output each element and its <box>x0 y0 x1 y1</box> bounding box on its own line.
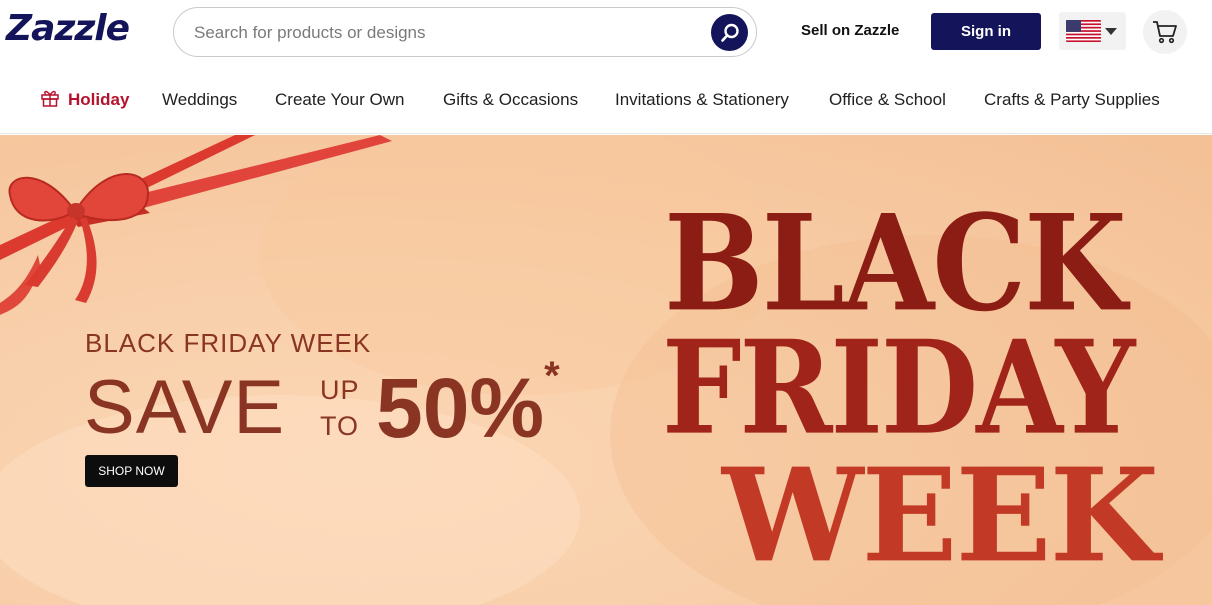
site-header: Zazzle Sell on Zazzle Sign in <box>0 0 1212 64</box>
sell-on-zazzle-link[interactable]: Sell on Zazzle <box>801 22 899 39</box>
chevron-down-icon <box>1105 27 1117 35</box>
us-flag-icon <box>1066 20 1101 42</box>
hero-to-text: TO <box>320 411 360 441</box>
cart-button[interactable] <box>1143 10 1187 54</box>
headline-week: WEEK <box>722 440 1159 591</box>
category-nav: Holiday Weddings Create Your Own Gifts &… <box>0 64 1212 134</box>
nav-item-holiday[interactable]: Holiday <box>68 90 129 110</box>
nav-item-crafts-party-supplies[interactable]: Crafts & Party Supplies <box>984 90 1160 110</box>
sign-in-button[interactable]: Sign in <box>931 13 1041 50</box>
hero-percent-text: 50%* <box>376 354 560 457</box>
nav-item-weddings[interactable]: Weddings <box>162 90 237 110</box>
search-icon <box>720 23 739 42</box>
locale-selector[interactable] <box>1059 12 1126 50</box>
gift-icon <box>41 90 59 107</box>
cart-icon <box>1153 21 1177 44</box>
shop-now-button[interactable]: SHOP NOW <box>85 455 178 487</box>
black-friday-hero-banner[interactable]: BLACK FRIDAY WEEK SAVE UP TO 50%* SHOP N… <box>0 135 1212 605</box>
hero-up-text: UP <box>320 375 360 405</box>
hero-kicker-text: BLACK FRIDAY WEEK <box>85 328 372 358</box>
nav-item-invitations-stationery[interactable]: Invitations & Stationery <box>615 90 789 110</box>
nav-item-create-your-own[interactable]: Create Your Own <box>275 90 404 110</box>
nav-item-office-school[interactable]: Office & School <box>829 90 946 110</box>
search-input[interactable] <box>194 20 694 46</box>
nav-item-gifts-occasions[interactable]: Gifts & Occasions <box>443 90 578 110</box>
search-bar <box>173 7 757 57</box>
hero-upto-text: UP TO <box>320 372 360 444</box>
zazzle-logo[interactable]: Zazzle <box>6 8 130 49</box>
hero-asterisk: * <box>544 354 560 398</box>
hero-save-text: SAVE <box>84 365 286 450</box>
search-button[interactable] <box>711 14 748 51</box>
hero-percent-value: 50% <box>376 361 545 455</box>
